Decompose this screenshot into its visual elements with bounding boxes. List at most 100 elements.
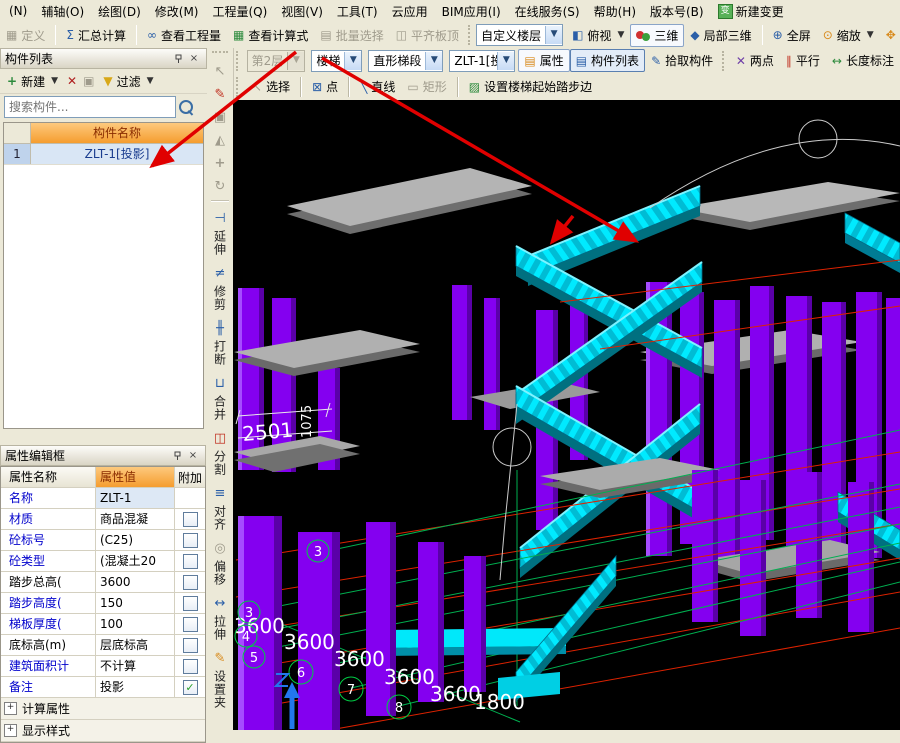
tool-stretch[interactable]: ↔ 拉伸 xyxy=(209,589,231,644)
partial-3d-button[interactable]: ◆ 局部三维 xyxy=(684,24,757,47)
move-icon[interactable]: + xyxy=(209,152,231,175)
filter-button[interactable]: ▼ 过滤 ▼ xyxy=(100,71,156,92)
attach-checkbox[interactable]: ✓ xyxy=(183,554,198,569)
menu-draw[interactable]: 绘图(D) xyxy=(91,1,148,22)
three-d-button[interactable]: 三维 xyxy=(630,24,684,47)
attach-checkbox[interactable]: ✓ xyxy=(183,680,198,695)
tool-split[interactable]: ◫ 分割 xyxy=(209,424,231,479)
svg-text:2501: 2501 xyxy=(241,418,294,446)
menu-modify[interactable]: 修改(M) xyxy=(148,1,206,22)
attach-checkbox[interactable]: ✓ xyxy=(183,638,198,653)
group-display-style[interactable]: + 显示样式 xyxy=(1,720,205,742)
menu-new-change[interactable]: 变 新建变更 xyxy=(711,1,791,22)
floor-combo[interactable]: 第2层 ▼ xyxy=(247,50,306,72)
point-tool-button[interactable]: ⊠ 点 xyxy=(306,75,344,98)
line-tool-button[interactable]: ╲ 直线 xyxy=(354,75,401,98)
close-icon[interactable]: × xyxy=(185,448,201,463)
menu-n[interactable]: (N) xyxy=(2,2,34,20)
menu-cloud[interactable]: 云应用 xyxy=(385,1,435,22)
property-row-concrete-grade[interactable]: 砼标号 (C25) ✓ xyxy=(1,530,205,551)
copy-icon[interactable]: ▣ xyxy=(209,106,231,129)
tool-break[interactable]: ╫ 打断 xyxy=(209,314,231,369)
menu-version[interactable]: 版本号(B) xyxy=(643,1,711,22)
align-top-icon: ◫ xyxy=(396,29,407,41)
batch-select-button[interactable]: ▤ 批量选择 xyxy=(314,24,389,47)
svg-text:3600: 3600 xyxy=(384,665,435,689)
tool-set-grip[interactable]: ✎ 设置夹 xyxy=(209,644,231,712)
tool-merge[interactable]: ⊔ 合并 xyxy=(209,369,231,424)
rotate-icon[interactable]: ↻ xyxy=(209,175,231,198)
align-slab-top-button[interactable]: ◫ 平齐板顶 xyxy=(390,24,465,47)
zoom-icon: ⊙ xyxy=(823,29,833,41)
full-screen-button[interactable]: ⊕ 全屏 xyxy=(767,24,817,47)
pin-icon[interactable] xyxy=(169,448,185,463)
mirror-icon[interactable]: ◭ xyxy=(209,129,231,152)
tool-align[interactable]: ≡ 对齐 xyxy=(209,479,231,534)
property-row-floor-area[interactable]: 建筑面积计 不计算 ✓ xyxy=(1,656,205,677)
attach-checkbox[interactable]: ✓ xyxy=(183,596,198,611)
zoom-button[interactable]: ⊙ 缩放 ▼ xyxy=(817,24,880,47)
view-quantity-button[interactable]: ∞ 查看工程量 xyxy=(141,24,227,47)
floor-mode-combo[interactable]: 自定义楼层 ▼ xyxy=(476,24,563,46)
menu-bim[interactable]: BIM应用(I) xyxy=(435,1,508,22)
top-view-button[interactable]: ◧ 俯视 ▼ xyxy=(566,24,630,47)
category-combo[interactable]: 楼梯 ▼ xyxy=(311,50,362,72)
component-list-button[interactable]: ▤ 构件列表 xyxy=(570,49,645,72)
property-row-name[interactable]: 名称 ZLT-1 ✓ xyxy=(1,488,205,509)
attach-checkbox[interactable]: ✓ xyxy=(183,512,198,527)
attach-checkbox[interactable]: ✓ xyxy=(183,575,198,590)
tool-extend[interactable]: ⊣ 延伸 xyxy=(209,204,231,259)
menu-tools[interactable]: 工具(T) xyxy=(330,1,385,22)
new-component-button[interactable]: + 新建 ▼ xyxy=(4,71,61,92)
attribute-button[interactable]: ▤ 属性 xyxy=(518,49,569,72)
parallel-button[interactable]: ∥ 平行 xyxy=(780,49,826,72)
view-expression-button[interactable]: ▦ 查看计算式 xyxy=(227,24,314,47)
stair-start-edge-button[interactable]: ▨ 设置楼梯起始踏步边 xyxy=(463,75,598,98)
property-row-slab-thickness[interactable]: 梯板厚度( 100 ✓ xyxy=(1,614,205,635)
brush-icon[interactable]: ✎ xyxy=(209,83,231,106)
eyedropper-icon: ✎ xyxy=(651,55,661,67)
copy-icon[interactable]: ▣ xyxy=(83,75,94,87)
tool-offset[interactable]: ◎ 偏移 xyxy=(209,534,231,589)
rect-tool-button[interactable]: ▭ 矩形 xyxy=(401,75,452,98)
select-tool-button[interactable]: ↖ 选择 xyxy=(246,75,296,98)
calc-sheet-icon: ▦ xyxy=(233,29,244,41)
attach-checkbox[interactable]: ✓ xyxy=(183,617,198,632)
pick-component-button[interactable]: ✎ 拾取构件 xyxy=(645,49,719,72)
partial-3d-icon: ◆ xyxy=(690,29,699,41)
sum-calc-button[interactable]: Σ 汇总计算 xyxy=(60,24,132,47)
length-dim-button[interactable]: ↔ 长度标注 xyxy=(826,49,900,72)
menu-view[interactable]: 视图(V) xyxy=(274,1,330,22)
pin-icon[interactable] xyxy=(170,51,186,66)
property-row-remark[interactable]: 备注 投影 ✓ xyxy=(1,677,205,698)
menu-help[interactable]: 帮助(H) xyxy=(587,1,643,22)
component-combo[interactable]: ZLT-1[投 ▼ xyxy=(449,50,515,72)
close-icon[interactable]: × xyxy=(186,51,202,66)
property-row-step-height[interactable]: 踏步高度( 150 ✓ xyxy=(1,593,205,614)
subcategory-combo[interactable]: 直形梯段 ▼ xyxy=(368,50,443,72)
expand-icon[interactable]: + xyxy=(4,724,17,737)
menu-online-service[interactable]: 在线服务(S) xyxy=(508,1,587,22)
select-icon[interactable]: ↖ xyxy=(209,60,231,83)
define-button[interactable]: ▦ 定义 xyxy=(0,24,51,47)
menu-quantity[interactable]: 工程量(Q) xyxy=(205,1,274,22)
property-row-concrete-type[interactable]: 砼类型 (混凝土20 ✓ xyxy=(1,551,205,572)
viewport-3d[interactable]: 2501 1075 3600 3600 3600 3600 3600 1800 … xyxy=(233,100,900,730)
delete-component-icon[interactable]: ✕ xyxy=(67,74,77,88)
group-calc-properties[interactable]: + 计算属性 xyxy=(1,698,205,720)
pan-button[interactable]: ✥ 平移 xyxy=(880,24,900,47)
search-input[interactable] xyxy=(4,96,176,118)
property-row-total-rise[interactable]: 踏步总高( 3600 ✓ xyxy=(1,572,205,593)
expand-icon[interactable]: + xyxy=(4,702,17,715)
table-row[interactable]: 1 ZLT-1[投影] xyxy=(4,144,203,165)
two-point-button[interactable]: ✕ 两点 xyxy=(730,49,780,72)
context-toolbar: 第2层 ▼ 楼梯 ▼ 直形梯段 ▼ ZLT-1[投 ▼ ▤ 属性 ▤ 构件列表 … xyxy=(233,48,900,73)
menu-aux-axis[interactable]: 辅轴(O) xyxy=(34,1,91,22)
attach-checkbox[interactable]: ✓ xyxy=(183,533,198,548)
property-row-bottom-elevation[interactable]: 底标高(m) 层底标高 ✓ xyxy=(1,635,205,656)
search-icon[interactable] xyxy=(179,100,193,114)
attribute-icon: ▤ xyxy=(524,55,535,67)
tool-trim[interactable]: ≠ 修剪 xyxy=(209,259,231,314)
attach-checkbox[interactable]: ✓ xyxy=(183,659,198,674)
property-row-material[interactable]: 材质 商品混凝 ✓ xyxy=(1,509,205,530)
